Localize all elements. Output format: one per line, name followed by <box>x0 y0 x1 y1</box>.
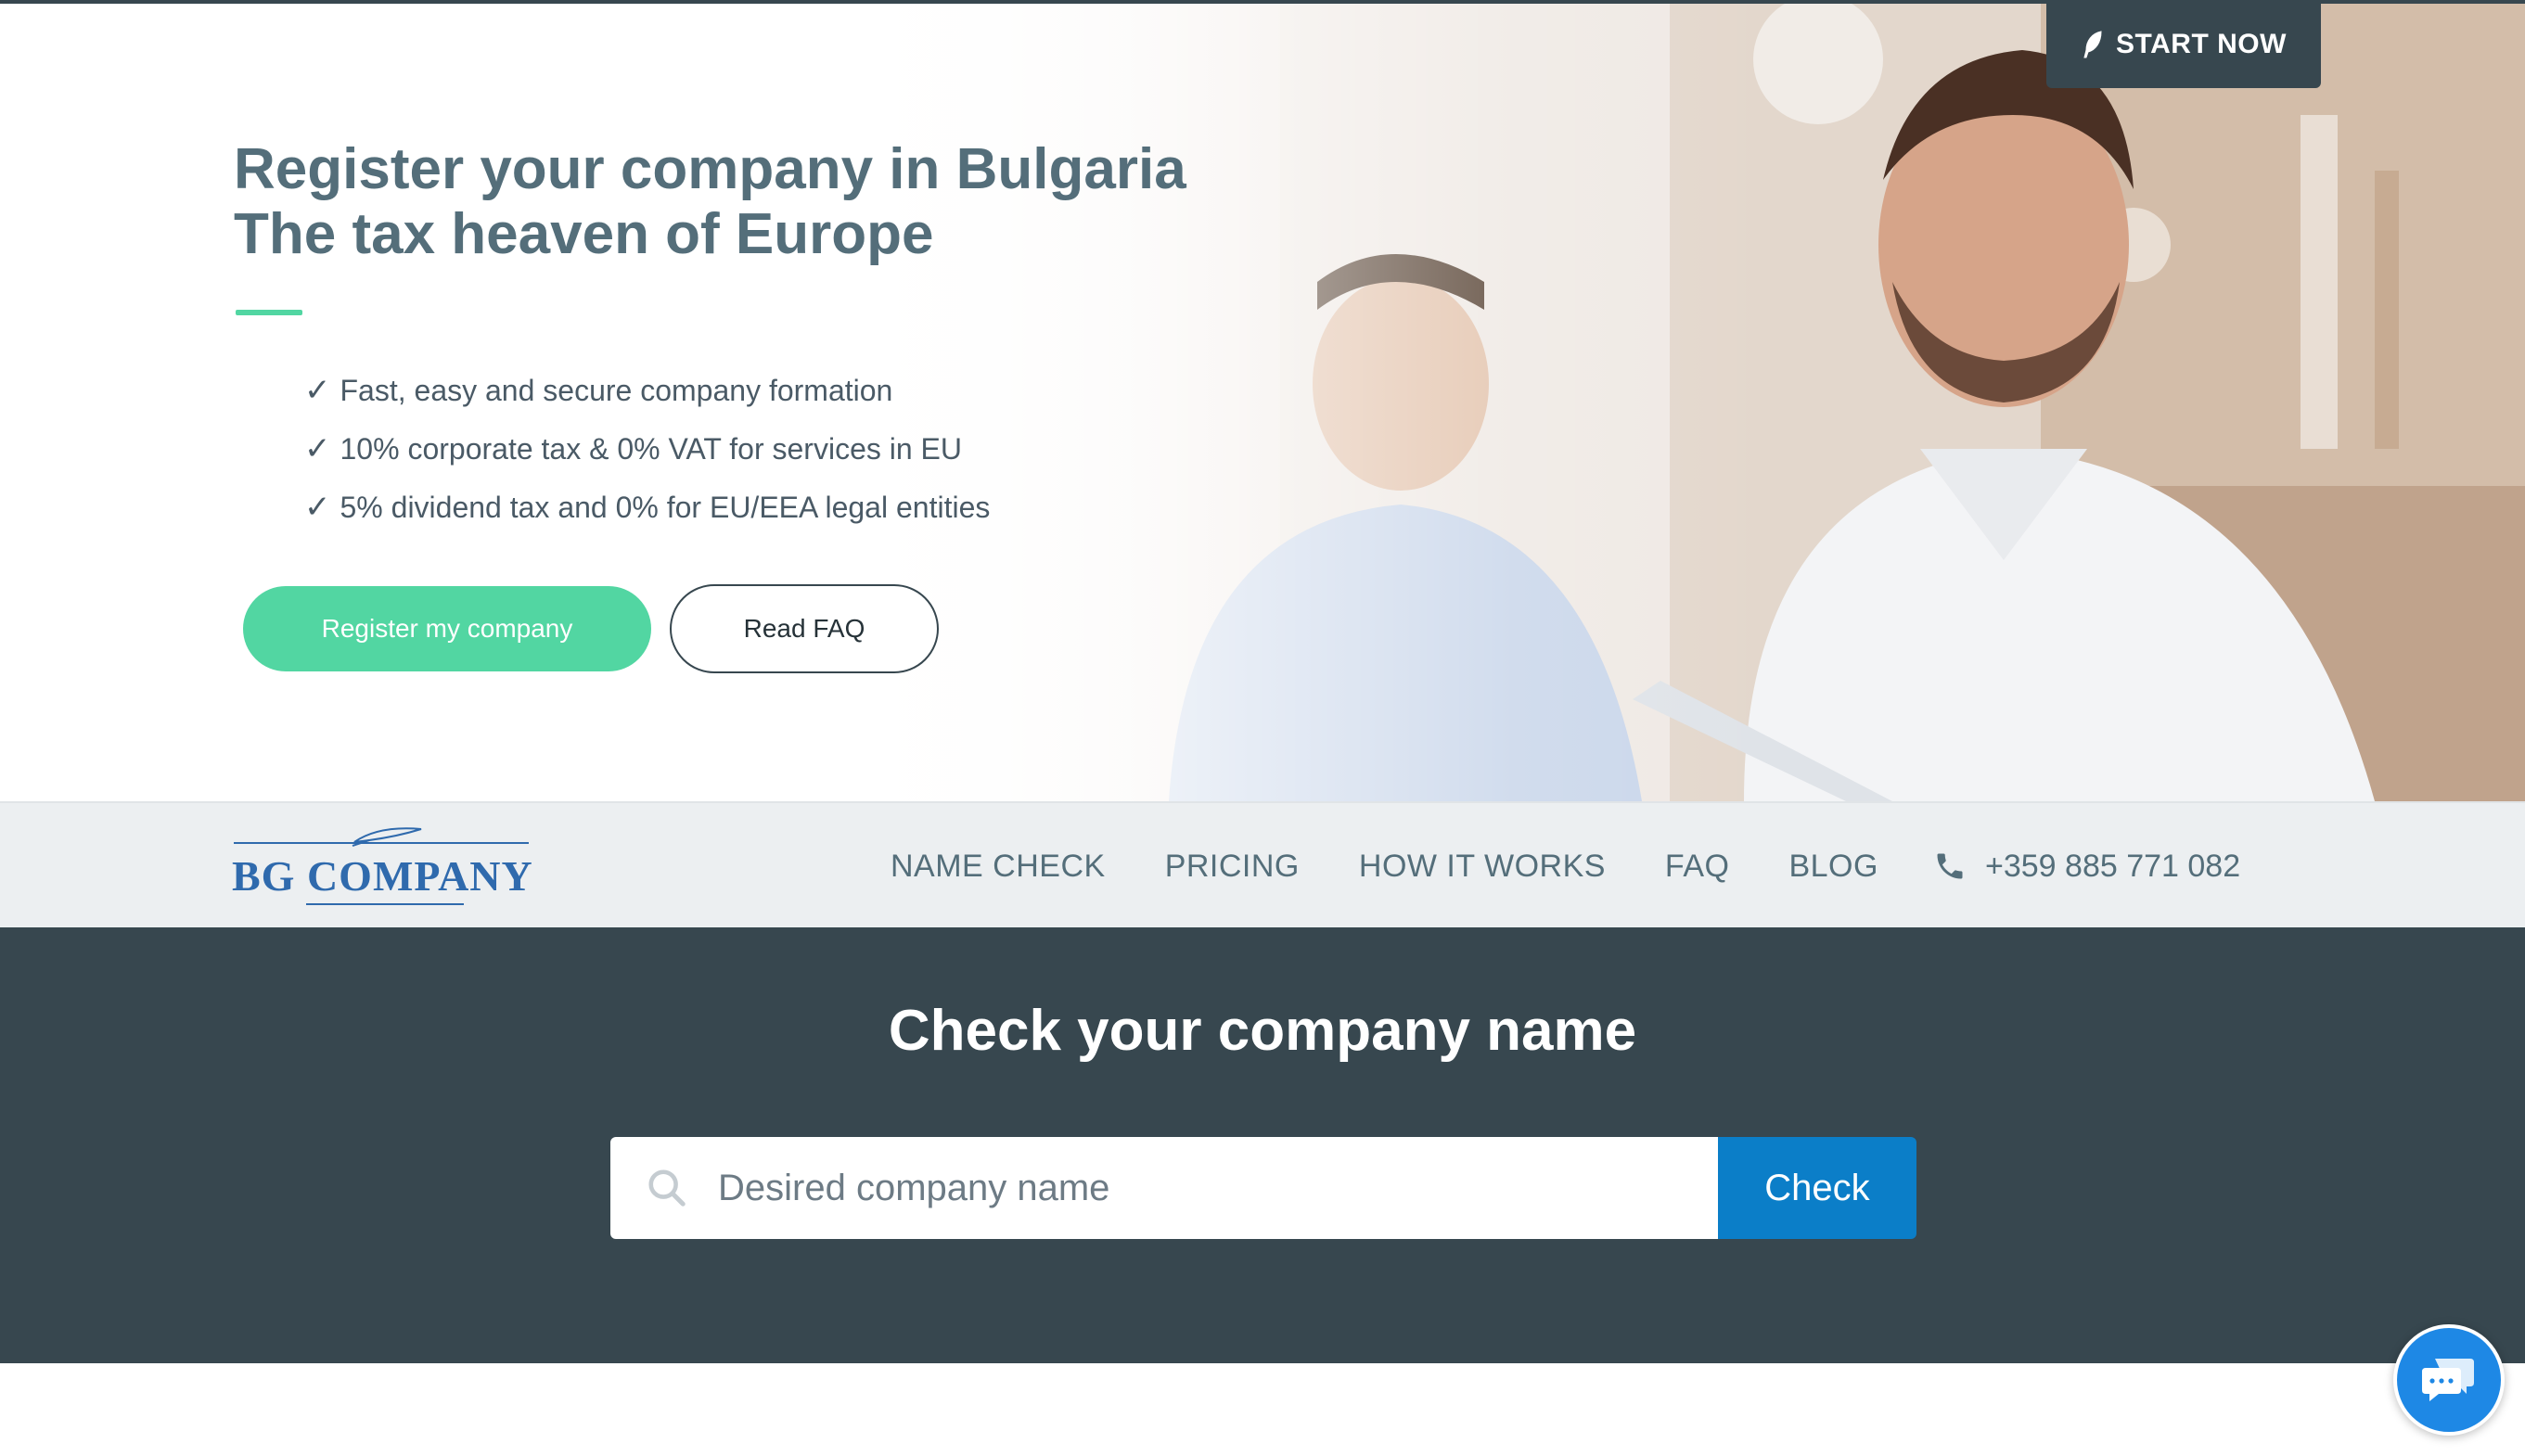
start-now-label: START NOW <box>2116 28 2287 59</box>
feather-icon <box>2083 30 2102 57</box>
logo[interactable]: BG COMPANY <box>232 824 538 913</box>
feature-text: 10% corporate tax & 0% VAT for services … <box>340 432 963 466</box>
nav-item-name-check[interactable]: NAME CHECK <box>891 849 1106 885</box>
check-button[interactable]: Check <box>1718 1137 1916 1239</box>
chat-widget-button[interactable] <box>2393 1324 2505 1436</box>
feature-list: ✓ Fast, easy and secure company formation… <box>304 362 990 537</box>
title-underline <box>236 310 302 315</box>
hero-title: Register your company in Bulgaria The ta… <box>234 137 1347 267</box>
hero-title-line-1: Register your company in Bulgaria <box>234 137 1186 201</box>
register-company-button[interactable]: Register my company <box>243 586 651 671</box>
feature-item: ✓ 5% dividend tax and 0% for EU/EEA legal… <box>304 479 990 537</box>
hero-title-line-2: The tax heaven of Europe <box>234 202 934 266</box>
logo-line <box>306 903 464 905</box>
feature-item: ✓ 10% corporate tax & 0% VAT for services… <box>304 420 990 479</box>
name-check-title: Check your company name <box>888 999 1637 1063</box>
nav-item-blog[interactable]: BLOG <box>1788 849 1878 885</box>
search-box <box>610 1137 1720 1239</box>
phone-link[interactable]: +359 885 771 082 <box>1933 803 2240 929</box>
checkmark-icon: ✓ <box>304 431 331 466</box>
nav-item-how-it-works[interactable]: HOW IT WORKS <box>1359 849 1606 885</box>
checkmark-icon: ✓ <box>304 373 331 408</box>
feature-item: ✓ Fast, easy and secure company formation <box>304 362 990 420</box>
main-navbar: BG COMPANY NAME CHECK PRICING HOW IT WOR… <box>0 801 2525 927</box>
nav-links: NAME CHECK PRICING HOW IT WORKS FAQ BLOG <box>891 803 1938 929</box>
feature-text: Fast, easy and secure company formation <box>340 374 893 407</box>
nav-item-faq[interactable]: FAQ <box>1665 849 1730 885</box>
company-name-input[interactable] <box>718 1137 1701 1239</box>
logo-text: BG COMPANY <box>232 852 533 900</box>
start-now-button[interactable]: START NOW <box>2046 0 2321 88</box>
phone-number: +359 885 771 082 <box>1985 848 2241 884</box>
name-check-section: Check your company name Check <box>0 927 2525 1363</box>
checkmark-icon: ✓ <box>304 490 331 525</box>
chat-icon <box>2422 1359 2474 1401</box>
feature-text: 5% dividend tax and 0% for EU/EEA legal … <box>340 491 991 524</box>
logo-feather-icon <box>352 827 422 847</box>
hero-section: Register your company in Bulgaria The ta… <box>0 4 2525 801</box>
phone-icon <box>1937 853 1963 879</box>
nav-item-pricing[interactable]: PRICING <box>1165 849 1300 885</box>
read-faq-button[interactable]: Read FAQ <box>670 584 939 673</box>
search-icon <box>648 1169 686 1207</box>
